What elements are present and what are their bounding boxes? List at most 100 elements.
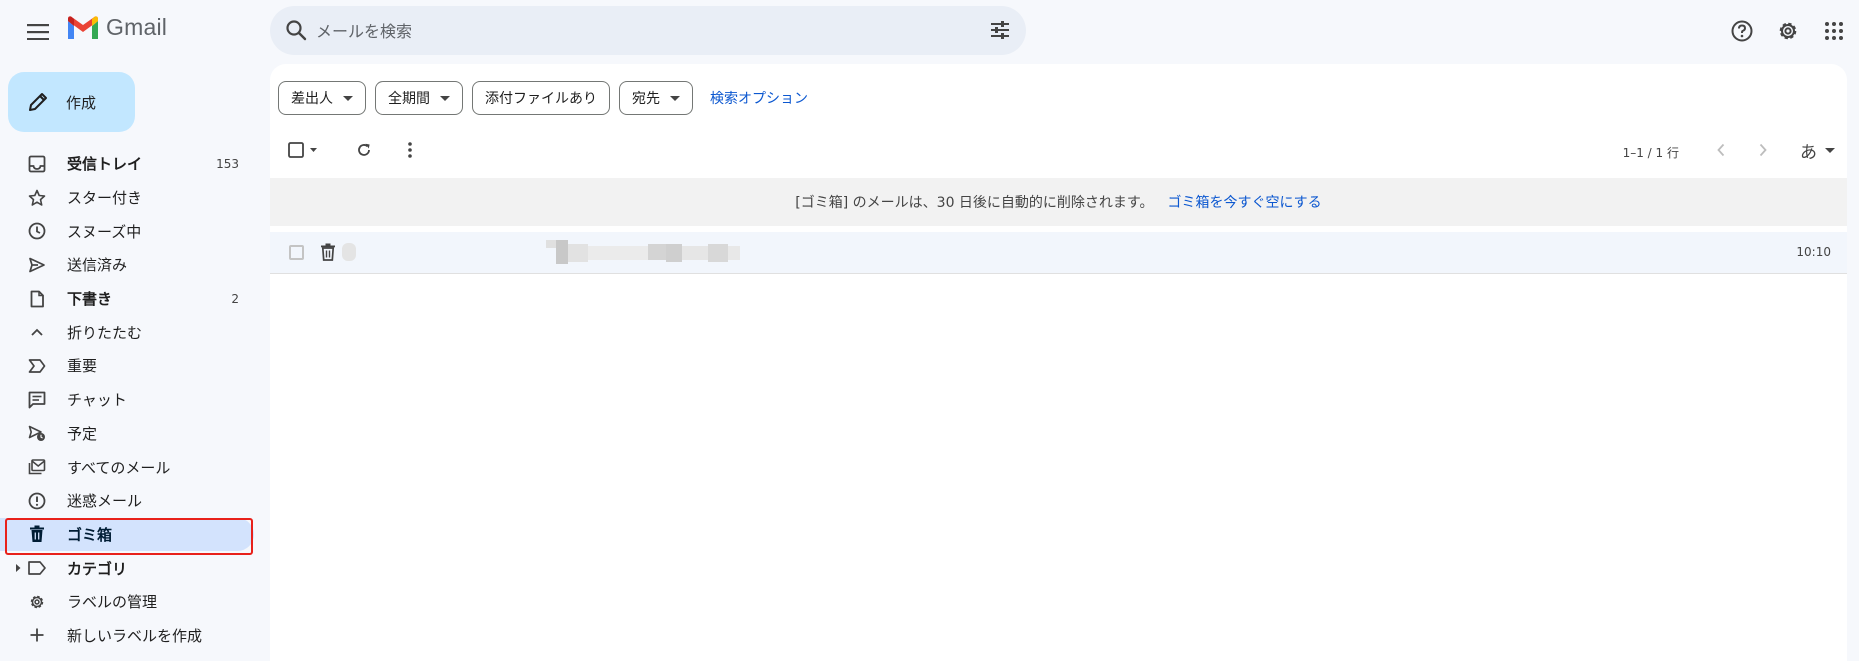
empty-trash-link[interactable]: ゴミ箱を今すぐ空にする bbox=[1168, 192, 1322, 212]
refresh-icon bbox=[358, 143, 370, 156]
redacted-subject bbox=[546, 240, 556, 248]
more-actions-button[interactable] bbox=[394, 134, 426, 166]
row-checkbox[interactable] bbox=[289, 245, 304, 260]
sidebar-item-label: 重要 bbox=[67, 357, 98, 376]
chevron-left-icon bbox=[1717, 143, 1725, 157]
sidebar-item-important[interactable]: 重要 bbox=[0, 349, 254, 383]
trash-icon[interactable] bbox=[320, 243, 336, 261]
chevron-up-icon bbox=[27, 322, 47, 342]
search-options-icon[interactable] bbox=[988, 18, 1012, 42]
newer-page-button[interactable] bbox=[1705, 134, 1737, 166]
gmail-m-icon bbox=[68, 15, 98, 39]
clock-icon bbox=[27, 221, 47, 241]
redacted-subject bbox=[588, 246, 648, 260]
spam-icon bbox=[27, 491, 47, 511]
all-mail-icon bbox=[27, 457, 47, 477]
sidebar-item-collapse[interactable]: 折りたたむ bbox=[0, 315, 254, 349]
top-bar: Gmail bbox=[0, 0, 1859, 62]
sidebar-item-sent[interactable]: 送信済み bbox=[0, 248, 254, 282]
sidebar-item-scheduled[interactable]: 予定 bbox=[0, 417, 254, 451]
sidebar-item-chat[interactable]: チャット bbox=[0, 383, 254, 417]
send-icon bbox=[27, 255, 47, 275]
list-toolbar: 1–1 / 1 行 あ bbox=[270, 126, 1847, 174]
chip-label: 差出人 bbox=[291, 91, 333, 107]
redacted-subject bbox=[708, 244, 728, 262]
main-menu-button[interactable] bbox=[18, 12, 58, 52]
email-row[interactable]: 10:10 bbox=[270, 232, 1847, 274]
caret-down-icon bbox=[1825, 148, 1835, 153]
unread-count: 153 bbox=[216, 156, 239, 171]
sidebar-item-label: 迷惑メール bbox=[67, 492, 143, 511]
plus-icon bbox=[27, 625, 47, 645]
sidebar-item-starred[interactable]: スター付き bbox=[0, 181, 254, 215]
help-icon bbox=[1731, 20, 1753, 42]
trash-info-banner: [ゴミ箱] のメールは、30 日後に自動的に削除されます。 ゴミ箱を今すぐ空にす… bbox=[270, 178, 1847, 226]
redacted-subject bbox=[666, 244, 682, 262]
apps-button[interactable] bbox=[1816, 13, 1852, 49]
redacted-subject bbox=[682, 246, 708, 260]
apps-grid-icon bbox=[1825, 22, 1843, 40]
inbox-icon bbox=[27, 154, 47, 174]
refresh-button[interactable] bbox=[348, 134, 380, 166]
settings-button[interactable] bbox=[1770, 13, 1806, 49]
redacted-sender bbox=[342, 243, 356, 261]
hamburger-menu-icon bbox=[27, 24, 49, 40]
sidebar-item-label: 予定 bbox=[67, 424, 98, 443]
sidebar-item-manage-labels[interactable]: ラベルの管理 bbox=[0, 585, 254, 619]
sidebar-item-label: 折りたたむ bbox=[67, 323, 143, 342]
sidebar-item-label: 下書き bbox=[67, 290, 113, 309]
search-chips: 差出人 全期間 添付ファイルあり 宛先 検索オプション bbox=[278, 81, 808, 115]
search-bar[interactable] bbox=[270, 6, 1026, 55]
select-all-checkbox[interactable] bbox=[284, 134, 324, 166]
sidebar-item-drafts[interactable]: 下書き 2 bbox=[0, 282, 254, 316]
advanced-search-link[interactable]: 検索オプション bbox=[710, 88, 808, 108]
chip-from[interactable]: 差出人 bbox=[278, 81, 366, 115]
chip-to[interactable]: 宛先 bbox=[619, 81, 693, 115]
redacted-subject bbox=[728, 246, 740, 260]
sidebar-item-inbox[interactable]: 受信トレイ 153 bbox=[0, 147, 254, 181]
chevron-right-icon bbox=[1759, 143, 1767, 157]
redacted-subject bbox=[648, 244, 666, 260]
pencil-icon bbox=[29, 93, 47, 111]
gear-icon bbox=[27, 592, 47, 612]
main-panel: 差出人 全期間 添付ファイルあり 宛先 検索オプション 1–1 / 1 行 あ … bbox=[270, 64, 1847, 661]
sidebar-item-label: ゴミ箱 bbox=[67, 525, 113, 544]
support-button[interactable] bbox=[1724, 13, 1760, 49]
gmail-logo[interactable]: Gmail bbox=[66, 14, 167, 41]
sidebar-item-categories[interactable]: カテゴリ bbox=[0, 551, 254, 585]
draft-count: 2 bbox=[231, 291, 239, 306]
search-icon[interactable] bbox=[284, 18, 308, 42]
sidebar-item-create-label[interactable]: 新しいラベルを作成 bbox=[0, 619, 254, 653]
scheduled-icon bbox=[27, 423, 47, 443]
sidebar-item-label: スター付き bbox=[67, 189, 143, 208]
sidebar-item-snoozed[interactable]: スヌーズ中 bbox=[0, 214, 254, 248]
draft-icon bbox=[27, 289, 47, 309]
redacted-subject bbox=[568, 244, 588, 262]
sidebar-item-label: 受信トレイ bbox=[67, 155, 143, 174]
input-tools-button[interactable]: あ bbox=[1800, 138, 1835, 163]
chat-icon bbox=[27, 390, 47, 410]
gear-icon bbox=[1779, 22, 1797, 40]
expand-arrow-icon[interactable] bbox=[14, 563, 22, 573]
important-icon bbox=[27, 356, 47, 376]
chip-label: 宛先 bbox=[632, 91, 660, 107]
compose-button[interactable]: 作成 bbox=[8, 72, 135, 132]
sidebar-item-label: 送信済み bbox=[67, 256, 128, 275]
sidebar-nav: 受信トレイ 153 スター付き スヌーズ中 送信済み 下書き 2 折りたたむ 重… bbox=[0, 147, 254, 652]
sidebar-item-spam[interactable]: 迷惑メール bbox=[0, 484, 254, 518]
sidebar-item-label: ラベルの管理 bbox=[67, 593, 158, 612]
chip-date[interactable]: 全期間 bbox=[375, 81, 463, 115]
sidebar-item-all-mail[interactable]: すべてのメール bbox=[0, 450, 254, 484]
page-count: 1–1 / 1 行 bbox=[1622, 146, 1679, 160]
sidebar-item-trash[interactable]: ゴミ箱 bbox=[0, 517, 254, 552]
app-name: Gmail bbox=[106, 14, 168, 40]
sidebar-item-label: スヌーズ中 bbox=[67, 222, 142, 241]
search-input[interactable] bbox=[316, 18, 936, 44]
older-page-button[interactable] bbox=[1747, 134, 1779, 166]
caret-down-icon bbox=[440, 95, 450, 101]
trash-icon bbox=[27, 524, 47, 544]
redacted-subject bbox=[556, 240, 568, 264]
chip-has-attachment[interactable]: 添付ファイルあり bbox=[472, 81, 610, 115]
chip-label: 添付ファイルあり bbox=[485, 91, 597, 107]
email-time: 10:10 bbox=[1796, 245, 1831, 259]
